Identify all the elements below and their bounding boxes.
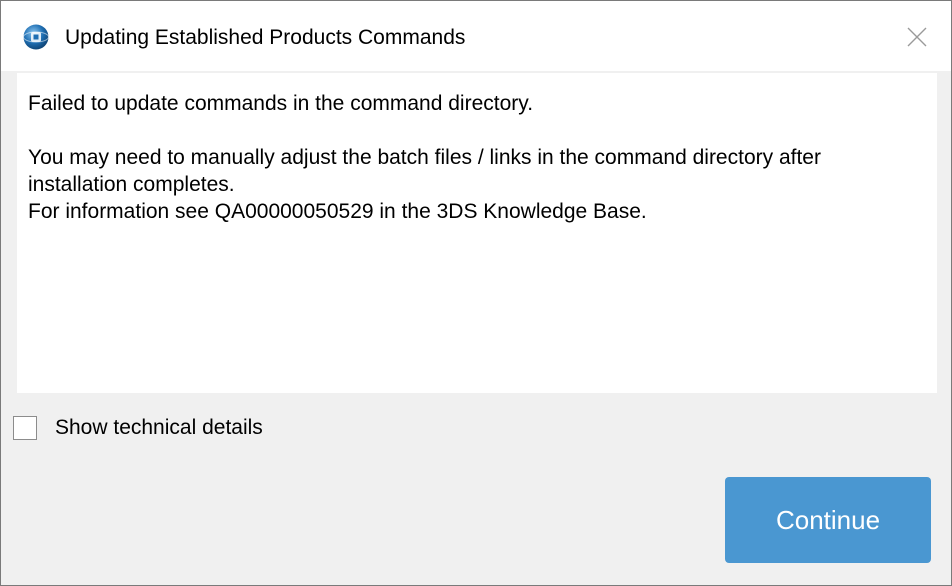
dialog-window: Updating Established Products Commands F… (0, 0, 952, 586)
show-details-checkbox[interactable] (13, 416, 37, 440)
knowledge-base-message: For information see QA00000050529 in the… (28, 200, 647, 223)
show-details-row: Show technical details (13, 413, 263, 443)
message-text: Failed to update commands in the command… (28, 90, 918, 225)
show-details-label[interactable]: Show technical details (55, 416, 263, 440)
3ds-globe-icon (23, 24, 49, 50)
message-panel: Failed to update commands in the command… (17, 73, 937, 393)
instruction-message: You may need to manually adjust the batc… (28, 146, 821, 196)
window-title: Updating Established Products Commands (65, 26, 466, 49)
title-bar: Updating Established Products Commands (1, 1, 951, 71)
close-icon (907, 27, 927, 47)
continue-button[interactable]: Continue (725, 477, 931, 563)
close-button[interactable] (897, 19, 937, 55)
error-message-line: Failed to update commands in the command… (28, 92, 534, 115)
